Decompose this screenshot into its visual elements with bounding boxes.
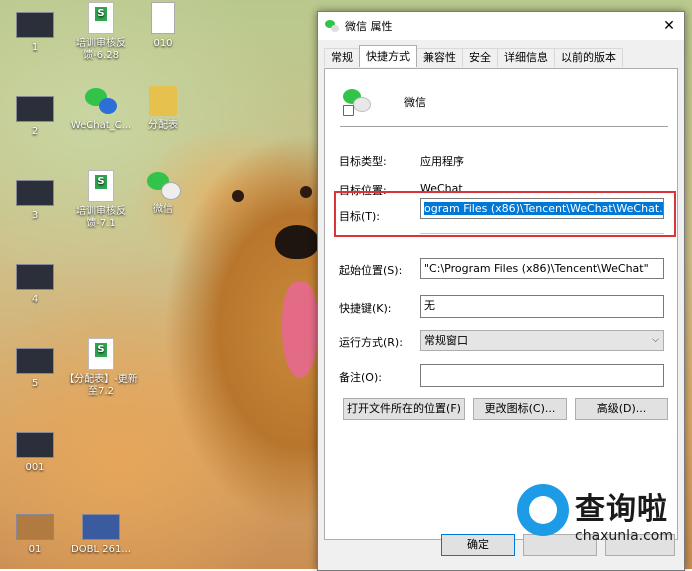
desktop-icon-label: 5 [31,378,39,389]
video-thumbnail-icon [16,264,54,290]
tab-shortcut[interactable]: 快捷方式 [359,45,417,67]
divider [340,126,668,127]
tab-general[interactable]: 常规 [324,48,360,67]
tab-details[interactable]: 详细信息 [497,48,555,67]
target-input-value: ogram Files (x86)\Tencent\WeChat\WeChat.… [424,202,663,215]
desktop-icon-label: 010 [153,38,173,49]
advanced-button[interactable]: 高级(D)... [575,398,668,420]
video-thumbnail-icon [16,96,54,122]
image-thumbnail-icon [82,514,120,540]
desktop-icon-label: DOBL 261... [71,544,131,555]
target-input[interactable]: ogram Files (x86)\Tencent\WeChat\WeChat.… [420,198,664,219]
desktop-icon[interactable]: 微信 [128,170,198,216]
desktop-icon-label: 01 [28,544,42,555]
desktop-icon-label: 微信 [153,204,173,215]
change-icon-button[interactable]: 更改图标(C)... [473,398,567,420]
desktop-icon[interactable]: 010 [128,2,198,50]
desktop-icon[interactable]: 2 [0,90,70,138]
desktop-icon[interactable]: 1 [0,6,70,54]
video-thumbnail-icon [16,12,54,38]
watermark-url: chaxunla.com [575,528,673,544]
divider [420,233,664,234]
wechat-icon [147,170,181,200]
tab-compatibility[interactable]: 兼容性 [416,48,463,67]
chevron-down-icon: ⌵ [652,335,659,345]
start-in-input[interactable]: "C:\Program Files (x86)\Tencent\WeChat" [420,258,664,279]
tab-previous-versions[interactable]: 以前的版本 [554,48,623,67]
ok-button[interactable]: 确定 [441,534,515,556]
spreadsheet-icon [88,170,114,202]
desktop-icon-label: WeChat_C... [70,120,132,131]
wallpaper-dog-eye [232,190,244,202]
desktop-icon-label: 培训审核反馈-7.1 [76,206,126,229]
desktop-icon-label: 【分配表】-更新至7.2 [64,374,138,397]
desktop-icon-label: 4 [31,294,39,305]
dialog-title: 微信 属性 [345,20,393,33]
desktop-icon-label: 2 [31,126,39,137]
desktop-icon[interactable]: 分配表 [128,86,198,132]
wechat-icon [343,89,375,116]
shortcut-tab-panel: 微信 目标类型: 应用程序 目标位置: WeChat 目标(T): ogram … [324,68,678,540]
video-thumbnail-icon [16,348,54,374]
desktop-icon[interactable]: 3 [0,174,70,222]
desktop-icon-label: 001 [25,462,45,473]
wallpaper-dog-eye [300,186,312,198]
comment-label: 备注(O): [339,371,382,384]
desktop-icon-label: 3 [31,210,39,221]
search-logo-icon [517,484,569,536]
watermark-text: 查询啦 [575,492,668,527]
wechat-installer-icon [85,86,117,116]
video-thumbnail-icon [16,180,54,206]
tab-security[interactable]: 安全 [462,48,498,67]
desktop-icon-label: 1 [31,42,39,53]
folder-icon [149,86,177,116]
run-select[interactable]: 常规窗口 ⌵ [420,330,664,351]
wallpaper-dog-nose [275,225,319,259]
desktop-icon[interactable]: 【分配表】-更新至7.2 [62,338,140,398]
tab-strip: 常规 快捷方式 兼容性 安全 详细信息 以前的版本 [324,45,623,68]
dialog-titlebar[interactable]: 微信 属性 ✕ [318,12,684,40]
desktop-icon[interactable]: 001 [0,426,70,474]
desktop-icon[interactable]: 01 [0,508,70,556]
target-label: 目标(T): [339,210,381,223]
app-name: 微信 [404,96,426,109]
video-thumbnail-icon [16,432,54,458]
run-label: 运行方式(R): [339,336,403,349]
start-in-label: 起始位置(S): [339,264,403,277]
desktop-icon[interactable]: 5 [0,342,70,390]
watermark: 查询啦 chaxunla.com [515,482,692,552]
desktop-icon-label: 分配表 [148,120,178,131]
desktop-icon[interactable]: 4 [0,258,70,306]
image-thumbnail-icon [16,514,54,540]
target-type-label: 目标类型: [339,155,387,168]
shortcut-key-input[interactable]: 无 [420,295,664,318]
close-icon[interactable]: ✕ [654,12,684,40]
spreadsheet-icon [88,338,114,370]
desktop-icon-label: 培训审核反馈-6.28 [76,38,126,61]
wechat-icon [325,19,339,33]
shortcut-key-label: 快捷键(K): [339,302,392,315]
run-select-value: 常规窗口 [424,334,468,347]
spreadsheet-icon [88,2,114,34]
open-file-location-button[interactable]: 打开文件所在的位置(F) [343,398,465,420]
target-type-value: 应用程序 [420,155,464,168]
wallpaper-dog-tongue [282,282,318,378]
document-icon [151,2,175,34]
desktop-icon[interactable]: DOBL 261... [62,508,140,556]
comment-input[interactable] [420,364,664,387]
